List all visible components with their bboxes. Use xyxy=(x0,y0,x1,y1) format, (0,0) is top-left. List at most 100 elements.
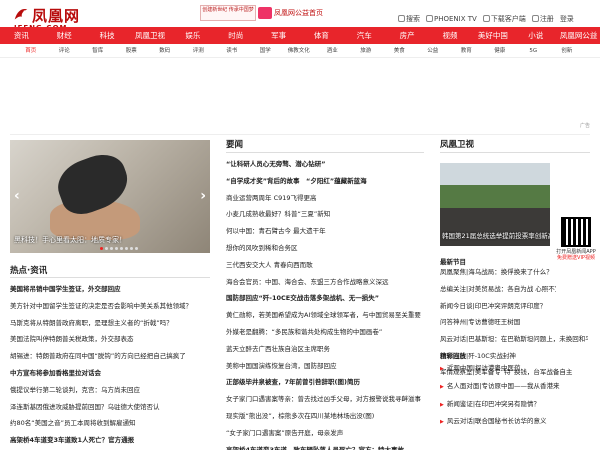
list-item[interactable]: ▶ 名人面对面|专访原中国——我从香港来 xyxy=(440,378,588,396)
carousel-dot[interactable] xyxy=(135,247,138,250)
subnav-item[interactable]: 读书 xyxy=(215,44,249,57)
promo-banner-left[interactable]: 创建新世纪 传承中国梦 xyxy=(200,5,256,21)
list-item[interactable]: 胡锡进：特朗普政府在同中国“脱钩”的方向已经把自己搞疯了 xyxy=(10,348,215,365)
nav-item[interactable]: 小说 xyxy=(514,27,557,44)
carousel-dot[interactable] xyxy=(130,247,133,250)
app-qr-box[interactable]: 打开凤凰新闻APP 免费赠送VIP视频 xyxy=(556,217,596,279)
list-item[interactable]: 新闻今日谈|印巴冲突评朗克评印度？ xyxy=(440,298,556,315)
subnav-item[interactable]: 评测 xyxy=(182,44,216,57)
list-item[interactable]: 想你的风吹到稀和合务区 xyxy=(226,240,434,257)
promo-banner-right[interactable]: 凤凰网公益首页 xyxy=(258,6,323,20)
carousel-dot[interactable] xyxy=(125,247,128,250)
login-link[interactable]: 登录 xyxy=(560,14,574,24)
nav-item[interactable]: 资讯 xyxy=(0,27,43,44)
list-item-text: 国防部回应“歼-10CE交战击落多架战机、无一损失” xyxy=(226,294,379,303)
carousel-dot[interactable] xyxy=(115,247,118,250)
qr-code-icon xyxy=(561,217,591,247)
list-item[interactable]: 凤凰聚焦|海乌战局：换俘换来了什么？ xyxy=(440,264,556,281)
list-item[interactable]: 风云对话|巴基斯坦：在巴勒斯坦问题上，未换回和平 xyxy=(440,331,588,348)
list-item[interactable]: 马斯克将从特朗普政府离职，是理想主义者的“折戟”吗？ xyxy=(10,315,215,332)
nav-item[interactable]: 体育 xyxy=(300,27,343,44)
carousel-next-icon[interactable]: › xyxy=(200,188,206,204)
top-news-list: “让科研人员心无旁骛、潜心钻研” “自学成才奖”背后的故事 “夕阳红”蕴藏新蓝海商… xyxy=(226,156,434,450)
list-item[interactable]: 总编关注|对美贸易战：各自为战 心照不宣 xyxy=(440,281,556,298)
list-item-text: 名人面对面|专访原中国——我从香港来 xyxy=(446,381,560,390)
subnav-item[interactable]: 佛教文化 xyxy=(282,44,316,57)
carousel-dot[interactable] xyxy=(105,247,108,250)
list-item[interactable]: 现实版“熊出没”，棕熊多次在四川某地林场出没(图) xyxy=(226,408,434,425)
search-link[interactable]: 搜索 xyxy=(398,14,420,24)
list-item[interactable]: “女子家门口遇害案”原告开庭，母亲发声 xyxy=(226,425,434,442)
nav-item[interactable]: 视频 xyxy=(429,27,472,44)
carousel-dot[interactable] xyxy=(120,247,123,250)
subnav-item[interactable]: 教育 xyxy=(450,44,484,57)
list-item[interactable]: 蓝天立醉去广西壮族自治区主席职务 xyxy=(226,341,434,358)
subnav-item[interactable]: 国学 xyxy=(249,44,283,57)
list-item-text: 蓝天立醉去广西壮族自治区主席职务 xyxy=(226,344,330,353)
list-item-text: 美方针对中国留学生签证的决定是否会影响中美关系其他领域？ xyxy=(10,301,192,310)
list-item[interactable]: 中方宣布将参加香格里拉对话会 xyxy=(10,365,215,382)
list-item-text: 三代西安交大人 青春向西而歌 xyxy=(226,260,313,269)
list-item[interactable]: 泽连斯基因俄进攻威胁提前回国？乌驻德大使馆否认 xyxy=(10,399,215,416)
carousel-dot[interactable] xyxy=(110,247,113,250)
subnav-item[interactable]: 5G xyxy=(517,44,551,57)
site-logo[interactable]: 凤凰网 xyxy=(12,4,80,26)
list-item[interactable]: 正部级毕井泉被查，7年前曾引咎辞职(图)简历 xyxy=(226,374,434,391)
nav-item[interactable]: 科技 xyxy=(86,27,129,44)
list-item[interactable]: 俄提议举行第二轮谈判，克宫：乌方尚未回应 xyxy=(10,382,215,399)
list-item[interactable]: 美方针对中国留学生签证的决定是否会影响中美关系其他领域？ xyxy=(10,298,215,315)
list-item-text: 美国法院叫停特朗普关税政策，外交部表态 xyxy=(10,335,134,344)
nav-item[interactable]: 美好中国 xyxy=(471,27,514,44)
nav-item[interactable]: 凤凰卫视 xyxy=(129,27,172,44)
download-app-link[interactable]: 下载客户端 xyxy=(482,14,526,24)
list-item[interactable]: “让科研人员心无旁骛、潜心钻研” xyxy=(226,156,434,173)
subnav-item[interactable]: 公益 xyxy=(416,44,450,57)
list-item[interactable]: 黄仁勋称，若美国希望成为AI领域全球领军者，与中国贸易至关重要 xyxy=(226,307,434,324)
list-item[interactable]: 三代西安交大人 青春向西而歌 xyxy=(226,257,434,274)
list-item[interactable]: 国防部回应“歼-10CE交战击落多架战机、无一损失” xyxy=(226,290,434,307)
list-item[interactable]: 何以中国：青石臂古今 最大遗干年 xyxy=(226,223,434,240)
list-item[interactable]: 商业运营两周年 C919飞得更高 xyxy=(226,190,434,207)
subnav-item[interactable]: 创新 xyxy=(550,44,584,57)
list-item[interactable]: 美称中国国演练恢复台湾，国防部回应 xyxy=(226,358,434,375)
subnav-item[interactable]: 美食 xyxy=(383,44,417,57)
subnav-item[interactable]: 酒业 xyxy=(316,44,350,57)
list-item[interactable]: 小麦几成熟收最好？科普“三夏”新知 xyxy=(226,206,434,223)
nav-item[interactable]: 娱乐 xyxy=(171,27,214,44)
list-item[interactable]: 美国将吊销中国学生签证，外交部回应 xyxy=(10,281,215,298)
list-item[interactable]: 高架桥4车道变3车道，致车辆坠落人员死亡？官方：特大事故 xyxy=(226,442,434,450)
list-item[interactable]: 外媒老是翻腾：“多民族和谐共处构成生物的中国画卷” xyxy=(226,324,434,341)
photo-carousel[interactable]: ‹ › 黑科技！手心里看太阳：地质专家！ xyxy=(10,140,210,253)
list-item[interactable]: ▶ 近观中国|探访港粤中医药 xyxy=(440,360,588,378)
carousel-dot[interactable] xyxy=(100,247,103,250)
list-item[interactable]: 高架桥4车道变3车道致1人死亡？官方通报 xyxy=(10,432,215,449)
subnav-item[interactable]: 旅游 xyxy=(349,44,383,57)
subnav-item-home[interactable]: 首页 xyxy=(14,44,48,57)
subnav-item[interactable]: 智库 xyxy=(81,44,115,57)
list-item[interactable]: 约80名“美国之音”员工本周将收到解雇通知 xyxy=(10,415,215,432)
list-item[interactable]: 问答神州|专访曹德旺王树国 xyxy=(440,314,588,331)
nav-item[interactable]: 房产 xyxy=(386,27,429,44)
list-item[interactable]: 女子家门口遇害案等亲：曾去找过凶手父母，对方报警说我寻衅滋事 xyxy=(226,391,434,408)
nav-item[interactable]: 军事 xyxy=(257,27,300,44)
subnav-item[interactable]: 数码 xyxy=(148,44,182,57)
logo-text: 凤凰网 xyxy=(32,6,81,25)
nav-item[interactable]: 时尚 xyxy=(214,27,257,44)
subnav-item[interactable]: 评论 xyxy=(48,44,82,57)
list-item[interactable]: ▶ 风云对话|联合国秘书长访华的意义 xyxy=(440,413,588,431)
list-item[interactable]: 美国法院叫停特朗普关税政策，外交部表态 xyxy=(10,331,215,348)
nav-item[interactable]: 财经 xyxy=(43,27,86,44)
list-item[interactable]: ▶ 新闻鉴证|在印巴冲突另有隐情？ xyxy=(440,396,588,414)
list-item[interactable]: “自学成才奖”背后的故事 “夕阳红”蕴藏新蓝海 xyxy=(226,173,434,190)
subnav-item[interactable]: 健康 xyxy=(483,44,517,57)
nav-item[interactable]: 汽车 xyxy=(343,27,386,44)
play-triangle-icon: ▶ xyxy=(440,383,444,390)
list-item[interactable]: 海合会官员：中国、海合会、东盟三方合作战略意义深远 xyxy=(226,274,434,291)
phoenix-tv-link[interactable]: PHOENIX TV xyxy=(426,15,477,23)
carousel-prev-icon[interactable]: ‹ xyxy=(14,188,20,204)
register-link[interactable]: 注册 xyxy=(531,14,554,24)
carousel-caption[interactable]: 黑科技！手心里看太阳：地质专家！ xyxy=(10,235,210,245)
phoenix-tv-photo[interactable]: 韩国第21届总统选举提前投票率创新高 xyxy=(440,163,550,246)
subnav-item[interactable]: 股票 xyxy=(115,44,149,57)
nav-item[interactable]: 凤凰网公益 xyxy=(557,27,600,44)
